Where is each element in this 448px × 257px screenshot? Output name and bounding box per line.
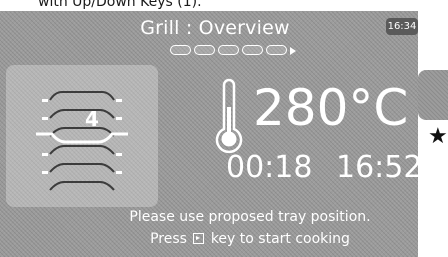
star-icon: ★ [428,124,448,149]
progress-step [266,45,287,55]
progress-step [170,45,191,55]
oven-tray-icon [36,91,128,191]
tray-position-panel[interactable]: 4 [6,65,158,207]
clock-badge: 16:34 [386,18,418,35]
thermometer-icon [215,78,243,154]
instruction-line-start: Press key to start cooking [90,231,410,247]
instruction-line: Please use proposed tray position. [129,209,371,225]
document-caption: with Up/Down Keys (1). [38,0,202,10]
tray-position-number: 4 [85,107,99,131]
start-key-icon [193,233,205,244]
progress-step [218,45,239,55]
instruction-press-label: Press [150,231,187,247]
progress-step [242,45,263,55]
cook-duration-readout[interactable]: 00:18 [226,153,312,183]
end-time-readout[interactable]: 16:52 [336,153,422,183]
side-tab [418,70,448,120]
progress-step [194,45,215,55]
instruction-start-label: key to start cooking [210,231,350,247]
page-title: Grill : Overview [140,17,290,39]
oven-display: Grill : Overview 16:34 4 280°C 00:18 16:… [0,11,422,257]
temperature-readout[interactable]: 280°C [253,83,408,133]
progress-pointer-icon [290,47,296,55]
